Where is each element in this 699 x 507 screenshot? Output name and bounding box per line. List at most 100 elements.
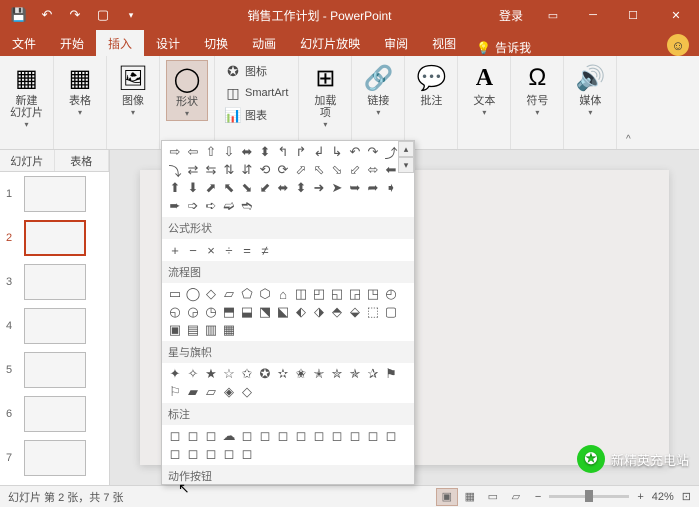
table-button[interactable]: ▦ 表格 ▾ bbox=[60, 60, 100, 119]
shape-item[interactable]: ◴ bbox=[382, 285, 400, 303]
shape-item[interactable]: ↱ bbox=[292, 143, 310, 161]
shape-item[interactable]: ⬂ bbox=[328, 161, 346, 179]
shape-item[interactable]: ◵ bbox=[166, 303, 184, 321]
shape-item[interactable]: ⬓ bbox=[238, 303, 256, 321]
tab-file[interactable]: 文件 bbox=[0, 30, 48, 56]
ribbon-display-icon[interactable]: ▭ bbox=[533, 0, 573, 30]
shape-item[interactable]: ⇵ bbox=[238, 161, 256, 179]
shape-item[interactable]: ↰ bbox=[274, 143, 292, 161]
shape-item[interactable]: ➤ bbox=[328, 179, 346, 197]
login-link[interactable]: 登录 bbox=[489, 7, 533, 24]
shape-item[interactable]: ◻ bbox=[220, 445, 238, 463]
zoom-in-icon[interactable]: + bbox=[637, 491, 643, 503]
shape-item[interactable]: ◻ bbox=[292, 427, 310, 445]
shape-item[interactable]: ⇦ bbox=[184, 143, 202, 161]
images-button[interactable]: 🖼 图像 ▾ bbox=[113, 60, 153, 119]
shape-item[interactable]: ◻ bbox=[184, 445, 202, 463]
thumbnail-7[interactable]: 7 bbox=[0, 436, 109, 480]
tab-transitions[interactable]: 切换 bbox=[192, 30, 240, 56]
thumbnail-2[interactable]: 2 bbox=[0, 216, 109, 260]
tab-review[interactable]: 审阅 bbox=[372, 30, 420, 56]
shape-item[interactable]: ◻ bbox=[346, 427, 364, 445]
shape-item[interactable]: ⬖ bbox=[292, 303, 310, 321]
shape-item[interactable]: ⬠ bbox=[238, 285, 256, 303]
shape-item[interactable]: ◶ bbox=[184, 303, 202, 321]
shape-item[interactable]: ↲ bbox=[310, 143, 328, 161]
shape-item[interactable]: ▭ bbox=[166, 285, 184, 303]
tab-slideshow[interactable]: 幻灯片放映 bbox=[288, 30, 372, 56]
shape-item[interactable]: ⟳ bbox=[274, 161, 292, 179]
shape-item[interactable]: ⬍ bbox=[256, 143, 274, 161]
shape-item[interactable]: ⬘ bbox=[328, 303, 346, 321]
shape-item[interactable]: ◻ bbox=[184, 427, 202, 445]
shape-item[interactable]: ⇄ bbox=[184, 161, 202, 179]
shape-item[interactable]: ▣ bbox=[166, 321, 184, 339]
shape-item[interactable]: ◇ bbox=[238, 383, 256, 401]
shape-item[interactable]: ☆ bbox=[220, 365, 238, 383]
shape-item[interactable]: ⚑ bbox=[382, 365, 400, 383]
subtab-table[interactable]: 表格 bbox=[55, 150, 110, 171]
shape-item[interactable]: ◻ bbox=[310, 427, 328, 445]
shape-item[interactable]: ✮ bbox=[328, 365, 346, 383]
shape-item[interactable]: ▢ bbox=[382, 303, 400, 321]
shape-item[interactable]: ⇆ bbox=[202, 161, 220, 179]
shape-item[interactable]: ✪ bbox=[256, 365, 274, 383]
shape-item[interactable]: ⇩ bbox=[220, 143, 238, 161]
text-button[interactable]: A 文本 ▾ bbox=[464, 60, 504, 119]
shapes-button[interactable]: ◯ 形状 ▾ bbox=[166, 60, 208, 121]
shape-item[interactable]: ✩ bbox=[238, 365, 256, 383]
tab-design[interactable]: 设计 bbox=[144, 30, 192, 56]
shape-item[interactable]: ⬊ bbox=[238, 179, 256, 197]
shape-item[interactable]: ◻ bbox=[202, 445, 220, 463]
shape-item[interactable]: ◷ bbox=[202, 303, 220, 321]
shape-item[interactable]: ⌂ bbox=[274, 285, 292, 303]
gallery-scroll-down[interactable]: ▾ bbox=[398, 157, 414, 173]
shape-item[interactable]: ◱ bbox=[328, 285, 346, 303]
shape-item[interactable]: ⬈ bbox=[202, 179, 220, 197]
symbols-button[interactable]: Ω 符号 ▾ bbox=[517, 60, 557, 119]
redo-icon[interactable]: ↷ bbox=[62, 3, 88, 27]
shape-item[interactable]: ◻ bbox=[166, 445, 184, 463]
shape-item[interactable]: ⬌ bbox=[274, 179, 292, 197]
shape-item[interactable]: ⬋ bbox=[256, 179, 274, 197]
tab-insert[interactable]: 插入 bbox=[96, 30, 144, 56]
shape-item[interactable]: ★ bbox=[202, 365, 220, 383]
shape-item[interactable]: ➨ bbox=[166, 197, 184, 215]
subtab-slides[interactable]: 幻灯片 bbox=[0, 150, 55, 171]
shape-item[interactable]: ◯ bbox=[184, 285, 202, 303]
shape-item[interactable]: ◻ bbox=[202, 427, 220, 445]
shape-item[interactable]: × bbox=[202, 241, 220, 259]
shape-item[interactable]: ▤ bbox=[184, 321, 202, 339]
shape-item[interactable]: ⬉ bbox=[220, 179, 238, 197]
shape-item[interactable]: ◳ bbox=[364, 285, 382, 303]
shape-item[interactable]: ✭ bbox=[310, 365, 328, 383]
tab-animations[interactable]: 动画 bbox=[240, 30, 288, 56]
shape-item[interactable]: = bbox=[238, 241, 256, 259]
maximize-icon[interactable]: ☐ bbox=[613, 0, 653, 30]
shape-item[interactable]: ⬡ bbox=[256, 285, 274, 303]
shape-item[interactable]: ⬃ bbox=[346, 161, 364, 179]
shape-item[interactable]: ↷ bbox=[364, 143, 382, 161]
start-slideshow-icon[interactable]: ▢ bbox=[90, 3, 116, 27]
shape-item[interactable]: ◲ bbox=[346, 285, 364, 303]
shape-item[interactable]: ⇨ bbox=[166, 143, 184, 161]
shape-item[interactable]: ⟲ bbox=[256, 161, 274, 179]
shape-item[interactable]: ↳ bbox=[328, 143, 346, 161]
shape-item[interactable]: ◰ bbox=[310, 285, 328, 303]
shape-item[interactable]: ◈ bbox=[220, 383, 238, 401]
shape-item[interactable]: − bbox=[184, 241, 202, 259]
shape-item[interactable]: ✯ bbox=[346, 365, 364, 383]
shape-item[interactable]: ▦ bbox=[220, 321, 238, 339]
shape-item[interactable]: ◇ bbox=[202, 285, 220, 303]
shape-item[interactable]: ⬍ bbox=[292, 179, 310, 197]
zoom-thumb[interactable] bbox=[585, 490, 593, 502]
shape-item[interactable]: ➧ bbox=[382, 179, 400, 197]
shape-item[interactable]: ◻ bbox=[238, 445, 256, 463]
comments-button[interactable]: 💬 批注 bbox=[411, 60, 451, 109]
shape-item[interactable]: ✬ bbox=[292, 365, 310, 383]
shape-item[interactable]: ➬ bbox=[238, 197, 256, 215]
shape-item[interactable]: ◻ bbox=[256, 427, 274, 445]
shape-item[interactable]: ⬁ bbox=[310, 161, 328, 179]
shape-item[interactable]: ◻ bbox=[274, 427, 292, 445]
shape-item[interactable]: ⬙ bbox=[346, 303, 364, 321]
